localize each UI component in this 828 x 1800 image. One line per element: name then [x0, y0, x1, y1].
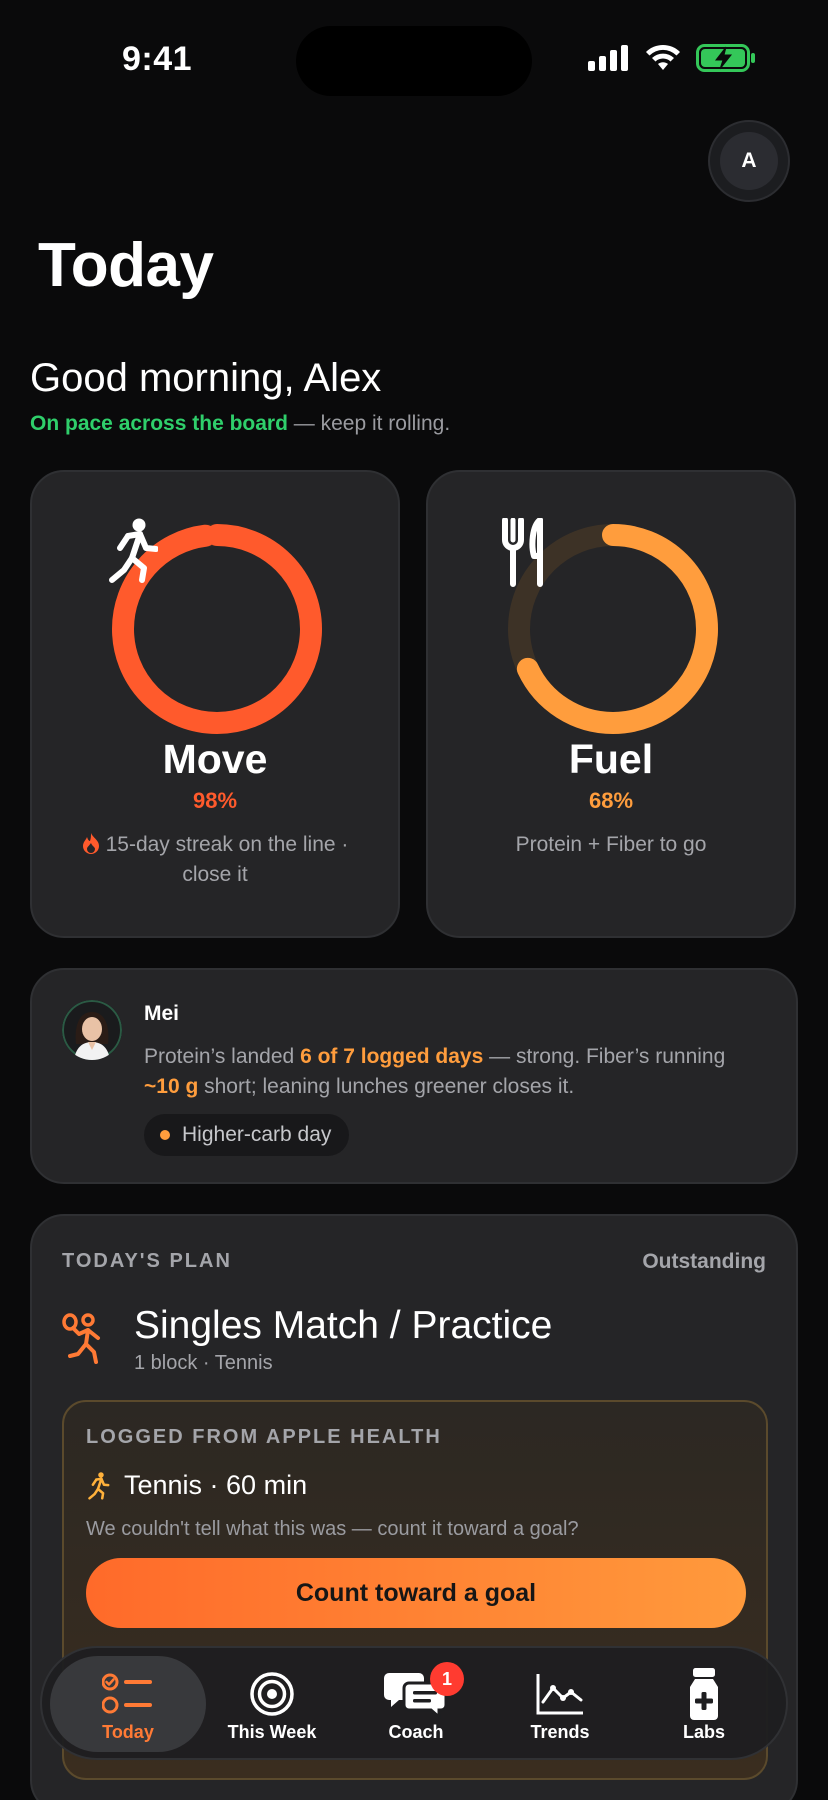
fuel-description: Protein + Fiber to go [515, 833, 707, 856]
fuel-ring-card[interactable]: Fuel 68% Protein + Fiber to go [426, 470, 796, 938]
profile-avatar-button[interactable]: A [708, 120, 790, 202]
chip-dot [160, 1130, 170, 1140]
status-bar: 9:41 [0, 0, 828, 120]
tab-today[interactable]: Today [50, 1656, 206, 1752]
plan-title: Singles Match / Practice [134, 1304, 553, 1347]
status-summary-highlight: On pace across the board [30, 412, 288, 435]
fuel-percent: 68% [588, 788, 634, 813]
running-person-icon [109, 518, 158, 583]
coach-msg-2: — strong. Fiber’s running [483, 1045, 726, 1068]
tab-this-week[interactable]: This Week [194, 1656, 350, 1752]
target-icon [250, 1672, 294, 1716]
tab-today-label: Today [102, 1722, 154, 1742]
dynamic-island [296, 26, 532, 96]
battery-charging-icon [696, 44, 755, 72]
move-percent: 98% [192, 788, 238, 813]
fork-knife-icon [502, 518, 543, 587]
cellular-signal-icon [588, 45, 628, 71]
coach-avatar [62, 1000, 122, 1060]
coach-msg-3: short; leaning lunches greener closes it… [198, 1075, 575, 1098]
wifi-icon [646, 44, 680, 70]
tennis-player-icon [62, 1313, 100, 1364]
profile-initial: A [720, 132, 778, 190]
tab-coach[interactable]: 1 Coach [338, 1656, 494, 1752]
day-type-chip[interactable]: Higher-carb day [144, 1114, 350, 1156]
move-description: 15-day streak on the line · close it [72, 830, 358, 890]
status-time: 9:41 [122, 40, 193, 78]
tab-this-week-label: This Week [227, 1722, 317, 1742]
status-summary-rest: — keep it rolling. [287, 412, 451, 435]
move-ring [106, 518, 328, 740]
health-activity: Tennis · 60 min [124, 1470, 308, 1500]
plan-meta: 1 block · Tennis [134, 1352, 273, 1374]
tab-labs[interactable]: Labs [626, 1656, 782, 1752]
page-title: Today [38, 231, 214, 300]
tab-labs-label: Labs [682, 1722, 725, 1742]
plan-heading: TODAY'S PLAN [62, 1250, 232, 1272]
checklist-icon [102, 1673, 152, 1714]
health-question: We couldn't tell what this was — count i… [86, 1518, 579, 1540]
coach-msg-1: Protein’s landed [144, 1045, 301, 1068]
count-toward-goal-button[interactable]: Count toward a goal [86, 1558, 746, 1628]
health-heading: LOGGED FROM APPLE HEALTH [86, 1426, 442, 1448]
medicine-bottle-icon [690, 1668, 718, 1720]
tab-trends[interactable]: Trends [482, 1656, 638, 1752]
coach-insight-card[interactable]: Mei Protein’s landed 6 of 7 logged days … [30, 968, 798, 1184]
tab-trends-label: Trends [530, 1722, 590, 1742]
coach-unread-badge: 1 [430, 1662, 464, 1696]
coach-msg-highlight-1: 6 of 7 logged days [300, 1045, 484, 1068]
coach-name: Mei [144, 1002, 180, 1025]
tab-coach-label: Coach [388, 1722, 444, 1742]
move-ring-card[interactable]: Move 98% 15-day streak on the line · clo… [30, 470, 400, 938]
fuel-label: Fuel [568, 736, 654, 782]
coach-msg-highlight-2: ~10 g [144, 1075, 199, 1098]
status-icons [588, 44, 756, 72]
tab-bar: Today This Week 1 Coach Trends Labs [40, 1646, 788, 1760]
move-label: Move [162, 736, 268, 782]
move-description-text: 15-day streak on the line · close it [105, 833, 349, 886]
status-summary: On pace across the board — keep it rolli… [30, 412, 450, 436]
running-person-icon [88, 1472, 110, 1500]
plan-status: Outstanding [642, 1250, 766, 1273]
chip-label: Higher-carb day [182, 1123, 332, 1146]
flame-icon [82, 833, 99, 854]
line-chart-icon [536, 1674, 583, 1715]
greeting: Good morning, Alex [30, 356, 382, 400]
coach-message: Protein’s landed 6 of 7 logged days — st… [144, 1042, 764, 1102]
fuel-ring [502, 518, 724, 740]
